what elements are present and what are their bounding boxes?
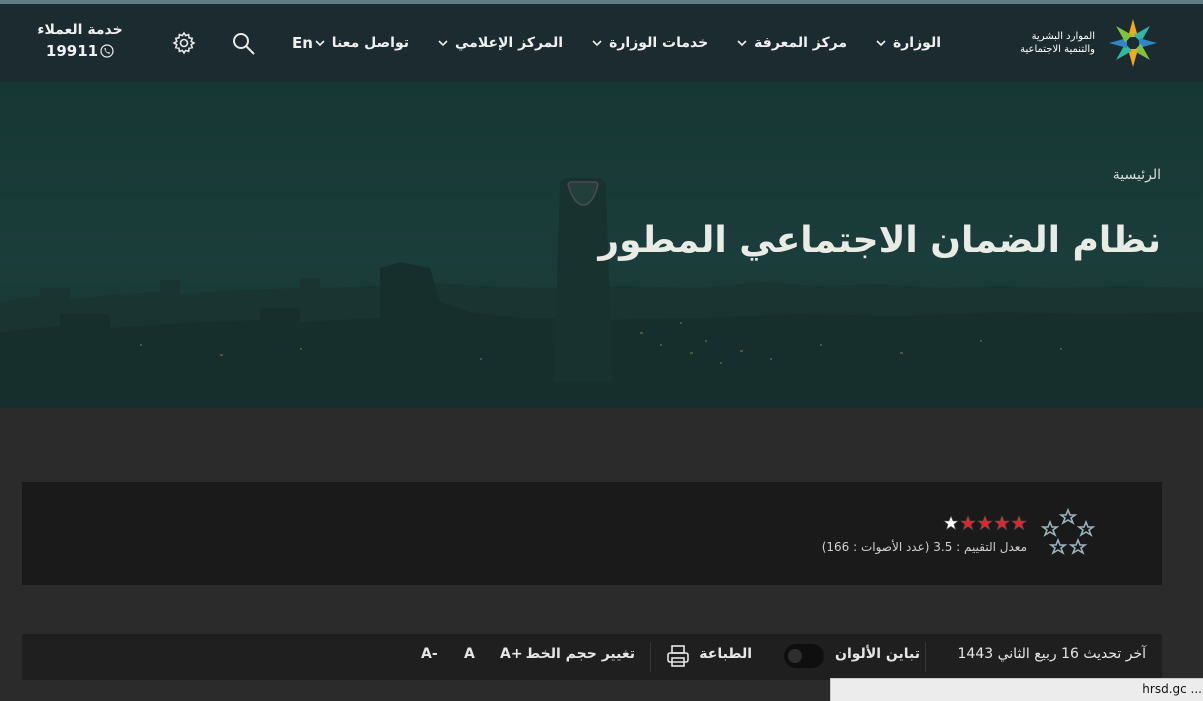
breadcrumb-home[interactable]: الرئيسية [1113,167,1161,183]
nav-item-ministry-services[interactable]: خدمات الوزارة [591,35,708,51]
logo-text: الموارد البشرية والتنمية الاجتماعية [985,30,1095,56]
phone-icon [100,44,114,58]
customer-service[interactable]: خدمة العملاء 19911 [30,22,130,60]
font-decrease-button[interactable]: A- [421,646,438,662]
nav-label: مركز المعرفة [754,35,847,51]
chevron-down-icon [737,40,747,47]
divider [650,642,651,672]
nav-item-media-center[interactable]: المركز الإعلامي [437,35,563,51]
nav-label: تواصل معنا [331,35,409,51]
nav-label: الوزارة [892,35,941,51]
font-increase-button[interactable]: A+ [500,646,523,662]
logo-text-line2: والتنمية الاجتماعية [1020,44,1095,55]
star-icon-empty[interactable] [943,515,959,531]
nav-label: المركز الإعلامي [454,35,564,51]
printer-icon[interactable] [665,643,691,669]
gear-icon[interactable] [172,31,196,55]
contrast-toggle[interactable] [784,644,824,668]
chevron-down-icon [592,40,602,47]
link-status-bar: hrsd.gc ... [830,678,1203,701]
page-title: نظام الضمان الاجتماعي المطور [598,220,1161,261]
font-size-label: تغيير حجم الخط [525,646,635,662]
chevron-down-icon [315,40,325,47]
star-icon-filled[interactable] [994,515,1010,531]
customer-service-title: خدمة العملاء [37,22,123,38]
star-icon-filled[interactable] [1011,515,1027,531]
main-nav: الوزارة مركز المعرفة خدمات الوزارة المرك… [314,4,941,82]
logo-text-line1: الموارد البشرية [1031,31,1095,42]
divider [925,642,926,672]
nav-item-ministry[interactable]: الوزارة [875,35,941,51]
toggle-knob [788,649,802,663]
customer-service-number-row: 19911 [30,42,130,60]
rating-summary: معدل التقييم : 3.5 (عدد الأصوات : 166) [821,540,1027,554]
print-label[interactable]: الطباعة [699,646,752,662]
star-icon-filled[interactable] [960,515,976,531]
site-header: الموارد البشرية والتنمية الاجتماعية الوز… [0,4,1203,82]
rating-stars[interactable] [943,515,1027,531]
last-updated: آخر تحديث 16 ربيع الثاني 1443 [957,646,1146,662]
customer-service-number: 19911 [45,42,99,60]
star-icon-filled[interactable] [977,515,993,531]
language-switch[interactable]: En [292,34,313,52]
font-normal-button[interactable]: A [464,646,475,662]
stars-cluster-icon [1040,508,1096,555]
search-icon[interactable] [232,32,256,56]
nav-item-knowledge-center[interactable]: مركز المعرفة [736,35,847,51]
nav-label: خدمات الوزارة [609,35,709,51]
logo-star-icon [1109,19,1157,67]
page-tools-bar: آخر تحديث 16 ربيع الثاني 1443 تباين الأل… [22,634,1162,680]
nav-item-contact-us[interactable]: تواصل معنا [314,35,409,51]
rating-panel: معدل التقييم : 3.5 (عدد الأصوات : 166) [22,482,1162,585]
hero-banner: الرئيسية نظام الضمان الاجتماعي المطور [0,82,1203,408]
status-url: hrsd.gc ... [1142,682,1202,696]
chevron-down-icon [876,40,886,47]
contrast-label: تباين الألوان [835,646,920,662]
ministry-logo[interactable]: الموارد البشرية والتنمية الاجتماعية [993,16,1163,72]
chevron-down-icon [438,40,448,47]
